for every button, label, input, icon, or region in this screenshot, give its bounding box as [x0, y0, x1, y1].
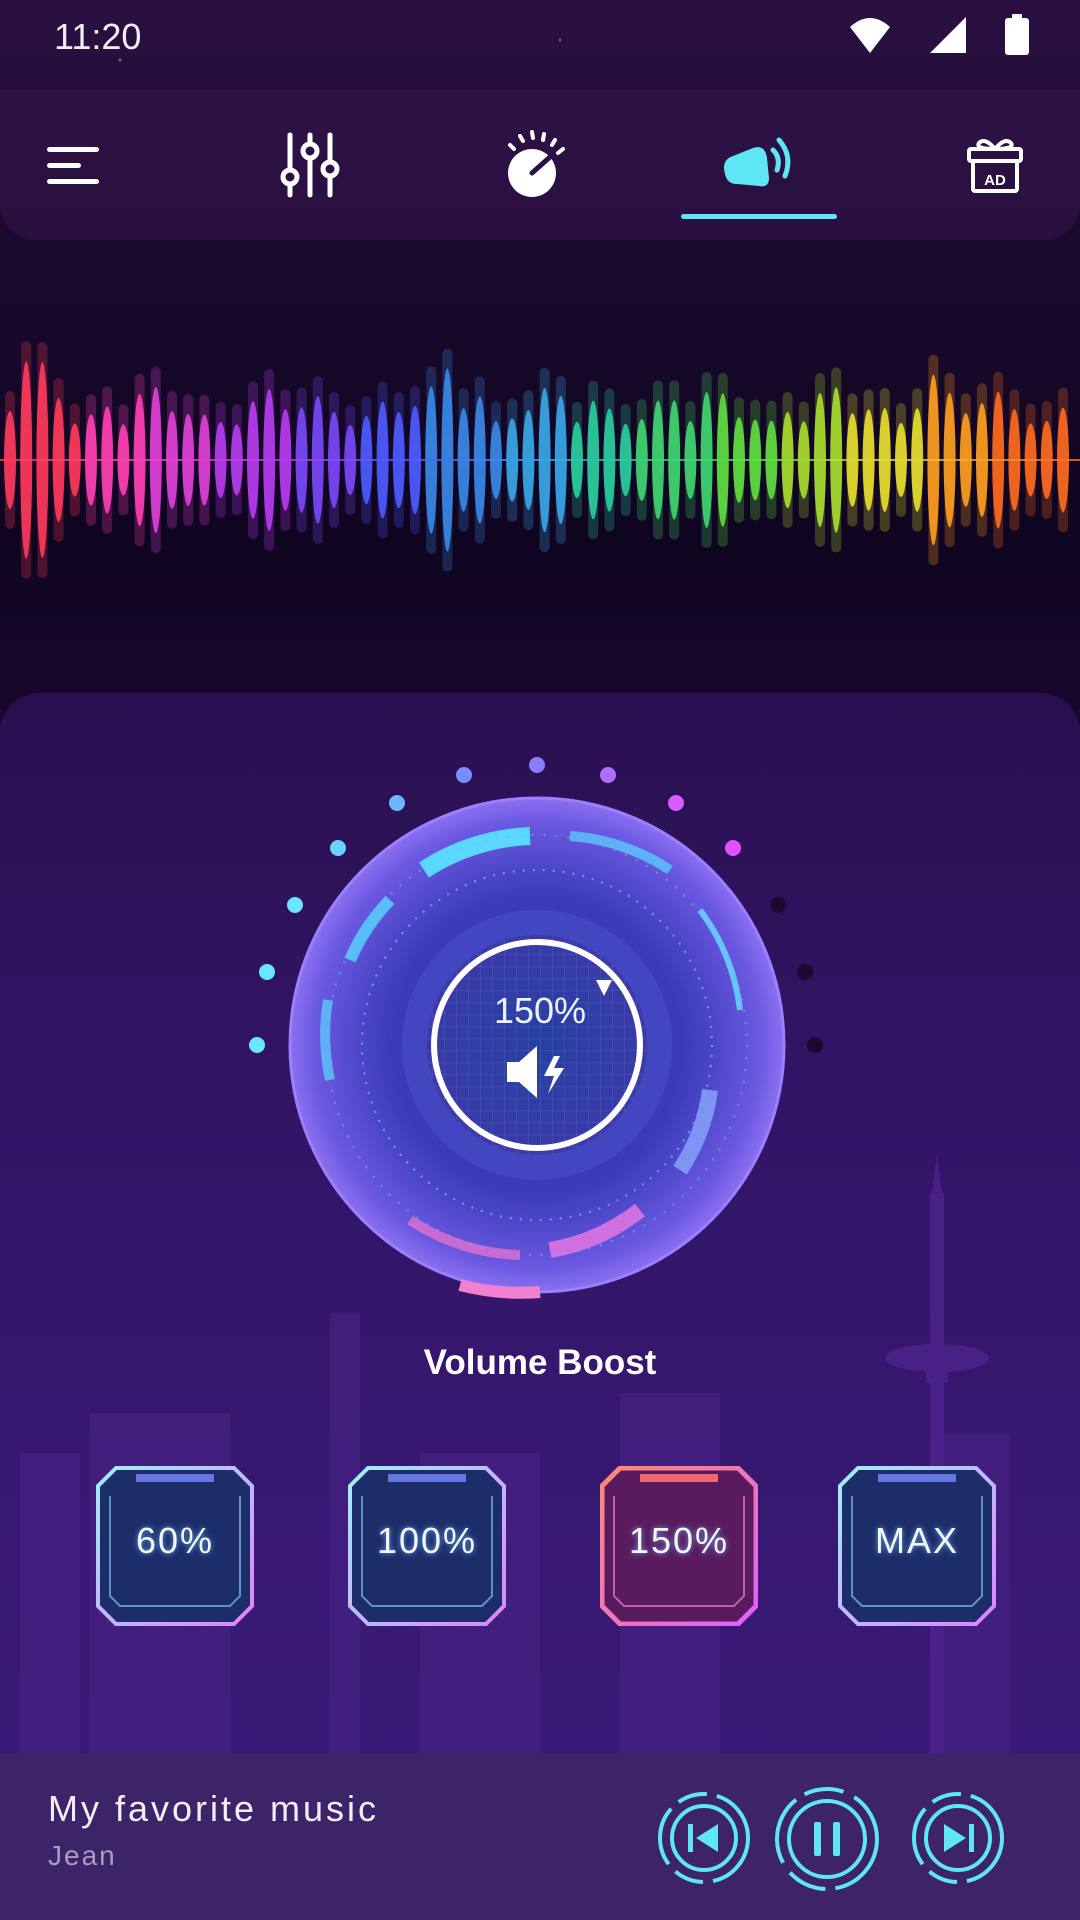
tab-equalizer[interactable] — [255, 110, 365, 220]
status-time: 11:20 — [54, 16, 142, 57]
preset-150-button[interactable]: 150% — [600, 1466, 758, 1626]
pause-icon — [814, 1822, 840, 1856]
preset-100-button[interactable]: 100% — [348, 1466, 506, 1626]
previous-button[interactable] — [656, 1790, 752, 1886]
active-tab-indicator — [681, 214, 837, 219]
menu-icon — [47, 147, 99, 184]
skip-previous-icon — [688, 1824, 718, 1852]
status-icons — [848, 14, 1030, 56]
gift-ad-icon: AD — [967, 139, 1023, 193]
track-artist: Jean — [48, 1840, 117, 1871]
dial-value: 150% — [493, 990, 587, 1031]
equalizer-icon — [280, 132, 340, 198]
battery-icon — [1005, 14, 1029, 55]
preset-max-button[interactable]: MAX — [838, 1466, 996, 1626]
tab-bass-knob[interactable] — [479, 110, 589, 220]
track-title: My favorite music — [48, 1788, 380, 1829]
preset-label: 60% — [135, 1520, 215, 1561]
preset-label: 150% — [628, 1520, 730, 1561]
preset-label: MAX — [874, 1520, 959, 1561]
volume-boost-icon — [724, 137, 791, 187]
cell-signal-icon — [930, 17, 966, 53]
audio-waveform — [0, 341, 1080, 579]
preset-label: 100% — [376, 1520, 478, 1561]
wifi-icon — [850, 18, 890, 53]
tab-volume-boost[interactable] — [704, 110, 814, 220]
ad-badge-text: AD — [984, 172, 1006, 189]
status-bar: 11:20 — [0, 0, 1080, 76]
menu-button[interactable] — [20, 110, 130, 220]
bass-knob-icon — [508, 130, 565, 197]
skip-next-icon — [944, 1824, 974, 1852]
preset-60-button[interactable]: 60% — [96, 1466, 254, 1626]
pause-button[interactable] — [772, 1784, 882, 1894]
tab-gift-ad[interactable]: AD — [940, 110, 1050, 220]
boost-title: Volume Boost — [423, 1343, 657, 1382]
app-screen: 11:20 AD 150% Volume Boost 60% 100% 150%… — [0, 0, 1080, 1920]
next-button[interactable] — [910, 1790, 1006, 1886]
top-nav-bar: AD — [0, 90, 1080, 240]
